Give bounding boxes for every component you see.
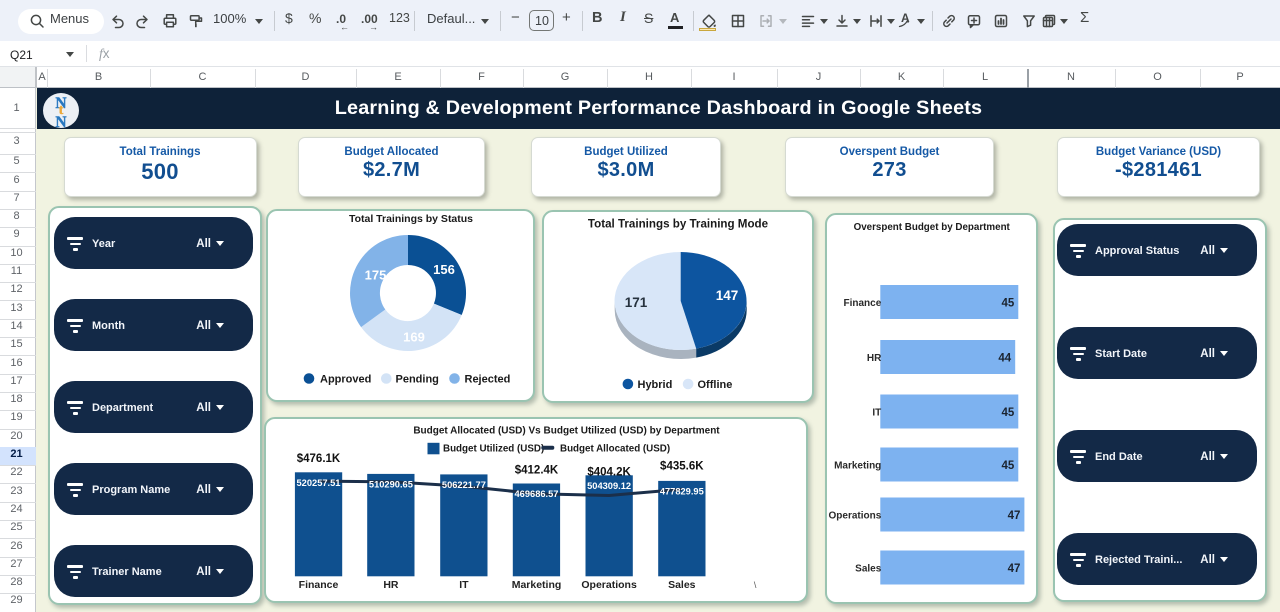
- svg-text:IT: IT: [459, 578, 469, 590]
- svg-text:469686.57: 469686.57: [514, 489, 558, 499]
- svg-text:156: 156: [433, 262, 455, 277]
- svg-text:Sales: Sales: [668, 578, 696, 590]
- svg-text:45: 45: [1002, 298, 1015, 310]
- svg-text:506221.77: 506221.77: [441, 480, 485, 490]
- svg-text:Budget Utilized (USD): Budget Utilized (USD): [443, 443, 544, 454]
- svg-text:Operations: Operations: [829, 511, 882, 522]
- svg-text:Budget Allocated (USD) Vs Budg: Budget Allocated (USD) Vs Budget Utilize…: [413, 425, 720, 436]
- svg-text:504309.12: 504309.12: [587, 480, 631, 490]
- svg-text:47: 47: [1008, 563, 1021, 575]
- svg-text:Hybrid: Hybrid: [638, 379, 673, 391]
- svg-text:169: 169: [403, 330, 425, 345]
- svg-text:520257.51: 520257.51: [296, 477, 340, 487]
- svg-text:47: 47: [1008, 510, 1021, 522]
- svg-text:477829.95: 477829.95: [659, 486, 703, 496]
- svg-text:Rejected: Rejected: [465, 374, 511, 386]
- svg-text:45: 45: [1002, 407, 1015, 419]
- svg-text:$476.1K: $476.1K: [296, 453, 340, 465]
- svg-text:171: 171: [625, 295, 648, 310]
- svg-text:$404.2K: $404.2K: [587, 466, 631, 478]
- svg-text:Approved: Approved: [320, 374, 371, 386]
- svg-text:Total Trainings by Training Mo: Total Trainings by Training Mode: [588, 218, 769, 231]
- svg-text:\: \: [753, 579, 756, 589]
- svg-text:175: 175: [365, 268, 387, 283]
- svg-text:Marketing: Marketing: [511, 578, 561, 590]
- svg-text:Budget Allocated (USD): Budget Allocated (USD): [560, 443, 670, 454]
- svg-text:Finance: Finance: [298, 578, 338, 590]
- svg-text:HR: HR: [383, 578, 399, 590]
- svg-text:510290.65: 510290.65: [368, 479, 412, 489]
- svg-text:$435.6K: $435.6K: [660, 460, 704, 472]
- svg-text:Offline: Offline: [698, 379, 733, 391]
- svg-text:Sales: Sales: [855, 564, 882, 575]
- svg-text:HR: HR: [867, 353, 882, 364]
- svg-text:Marketing: Marketing: [834, 461, 881, 472]
- svg-text:Finance: Finance: [844, 298, 882, 309]
- svg-text:147: 147: [716, 288, 739, 303]
- svg-text:Operations: Operations: [581, 578, 637, 590]
- svg-text:IT: IT: [872, 408, 881, 419]
- svg-text:44: 44: [998, 353, 1011, 365]
- svg-text:Total Trainings by Status: Total Trainings by Status: [349, 213, 473, 225]
- svg-text:$412.4K: $412.4K: [514, 464, 558, 476]
- svg-text:Overspent Budget by Department: Overspent Budget by Department: [854, 222, 1011, 233]
- svg-text:Pending: Pending: [396, 374, 439, 386]
- svg-text:45: 45: [1002, 460, 1015, 472]
